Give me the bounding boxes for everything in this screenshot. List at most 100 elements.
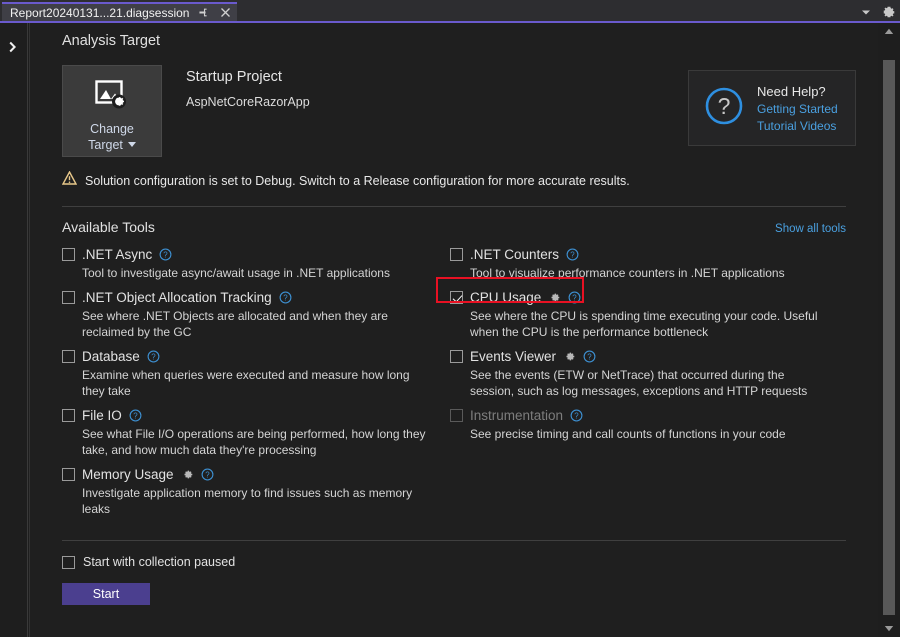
analysis-target-heading: Analysis Target (46, 23, 862, 49)
available-tools-heading: Available Tools (62, 219, 155, 235)
checkbox-dotnet-counters[interactable] (450, 248, 463, 261)
svg-text:?: ? (574, 412, 579, 421)
tool-header: Memory Usage ? (62, 467, 442, 482)
svg-text:?: ? (205, 471, 210, 480)
tool-header: .NET Async ? (62, 247, 442, 262)
startup-project-label: Startup Project (186, 69, 310, 85)
tool-events-viewer: Events Viewer ? See the events (ETW or N… (450, 349, 862, 399)
help-icon[interactable]: ? (568, 291, 581, 304)
chevron-down-icon[interactable] (860, 6, 872, 18)
gear-icon[interactable] (882, 5, 896, 19)
checkbox-start-with-collection-paused[interactable] (62, 556, 75, 569)
gear-icon[interactable] (548, 291, 561, 304)
left-rail (0, 23, 28, 637)
scroll-down-arrow[interactable] (878, 620, 900, 637)
tool-description: Tool to investigate async/await usage in… (82, 265, 434, 281)
tools-left-column: .NET Async ? Tool to investigate async/a… (62, 247, 442, 526)
need-help-title: Need Help? (757, 84, 838, 99)
tool-header: Database ? (62, 349, 442, 364)
tool-database: Database ? Examine when queries were exe… (62, 349, 442, 399)
tool-dotnet-counters: .NET Counters ? Tool to visualize perfor… (450, 247, 862, 281)
warning-triangle-icon (62, 171, 77, 190)
chevron-right-icon[interactable] (8, 41, 17, 55)
checkbox-file-io[interactable] (62, 409, 75, 422)
close-icon[interactable] (217, 5, 233, 21)
chevron-down-icon[interactable] (128, 142, 136, 147)
tutorial-videos-link[interactable]: Tutorial Videos (757, 119, 838, 133)
change-target-button[interactable]: Change Target (62, 65, 162, 157)
svg-text:?: ? (164, 251, 169, 260)
tool-header: .NET Counters ? (450, 247, 862, 262)
tool-cpu-usage: CPU Usage ? See where the CPU is spendin… (450, 290, 862, 340)
tab-strip-controls (860, 2, 896, 21)
tool-description: See what File I/O operations are being p… (82, 426, 434, 458)
startup-project-name: AspNetCoreRazorApp (186, 95, 310, 109)
scrollbar-thumb[interactable] (883, 60, 895, 615)
gear-icon[interactable] (181, 468, 194, 481)
help-icon[interactable]: ? (159, 248, 172, 261)
tools-right-column: .NET Counters ? Tool to visualize perfor… (450, 247, 862, 526)
svg-text:?: ? (283, 294, 288, 303)
svg-text:?: ? (133, 412, 138, 421)
help-icon[interactable]: ? (201, 468, 214, 481)
startup-project-info: Startup Project AspNetCoreRazorApp (186, 65, 310, 109)
tool-description: See the events (ETW or NetTrace) that oc… (470, 367, 830, 399)
gear-icon[interactable] (563, 350, 576, 363)
tool-label: .NET Object Allocation Tracking (82, 290, 272, 305)
start-button[interactable]: Start (62, 583, 150, 605)
available-tools-header-row: Available Tools Show all tools (46, 207, 862, 235)
performance-profiler-page: Analysis Target Change Target (29, 23, 878, 637)
tool-label: Instrumentation (470, 408, 563, 423)
help-icon[interactable]: ? (566, 248, 579, 261)
tool-header: CPU Usage ? (450, 290, 862, 305)
change-target-label: Change Target (88, 121, 136, 153)
help-icon[interactable]: ? (147, 350, 160, 363)
tool-description: Investigate application memory to find i… (82, 485, 434, 517)
checkbox-memory-usage[interactable] (62, 468, 75, 481)
vertical-scrollbar[interactable] (878, 23, 900, 637)
help-icon[interactable]: ? (583, 350, 596, 363)
page-content: Analysis Target Change Target (30, 23, 878, 605)
checkbox-events-viewer[interactable] (450, 350, 463, 363)
checkbox-instrumentation (450, 409, 463, 422)
tool-dotnet-object-allocation-tracking: .NET Object Allocation Tracking ? See wh… (62, 290, 442, 340)
checkbox-database[interactable] (62, 350, 75, 363)
help-icon[interactable]: ? (129, 409, 142, 422)
tool-label: Events Viewer (470, 349, 556, 364)
tool-dotnet-async: .NET Async ? Tool to investigate async/a… (62, 247, 442, 281)
warning-row: Solution configuration is set to Debug. … (46, 157, 862, 190)
question-circle-icon: ? (703, 85, 745, 132)
show-all-tools-link[interactable]: Show all tools (775, 223, 846, 235)
checkbox-dotnet-object-allocation-tracking[interactable] (62, 291, 75, 304)
tool-description: See where .NET Objects are allocated and… (82, 308, 434, 340)
pin-icon[interactable] (195, 5, 211, 21)
scrollbar-track[interactable] (878, 40, 900, 620)
change-target-line2: Target (88, 138, 123, 152)
tab-strip: Report20240131...21.diagsession (0, 0, 900, 23)
scroll-up-arrow[interactable] (878, 23, 900, 40)
need-help-panel: ? Need Help? Getting Started Tutorial Vi… (688, 70, 856, 146)
help-icon[interactable]: ? (570, 409, 583, 422)
tool-label: .NET Async (82, 247, 152, 262)
document-tab-title: Report20240131...21.diagsession (10, 6, 189, 20)
getting-started-link[interactable]: Getting Started (757, 102, 838, 116)
checkbox-cpu-usage[interactable] (450, 291, 463, 304)
tool-header: Instrumentation ? (450, 408, 862, 423)
help-icon[interactable]: ? (279, 291, 292, 304)
tool-header: Events Viewer ? (450, 349, 862, 364)
tool-description: Tool to visualize performance counters i… (470, 265, 830, 281)
change-target-line1: Change (90, 122, 134, 136)
svg-text:?: ? (573, 294, 578, 303)
tool-label: File IO (82, 408, 122, 423)
tool-label: Memory Usage (82, 467, 174, 482)
tool-description: Examine when queries were executed and m… (82, 367, 434, 399)
change-target-icon (95, 80, 129, 115)
document-tab[interactable]: Report20240131...21.diagsession (2, 2, 237, 21)
svg-text:?: ? (151, 353, 156, 362)
tool-label: Database (82, 349, 140, 364)
need-help-text: Need Help? Getting Started Tutorial Vide… (757, 84, 838, 133)
footer: Start with collection paused Start (46, 541, 862, 605)
tool-header: .NET Object Allocation Tracking ? (62, 290, 442, 305)
tools-grid: .NET Async ? Tool to investigate async/a… (46, 235, 862, 526)
checkbox-dotnet-async[interactable] (62, 248, 75, 261)
